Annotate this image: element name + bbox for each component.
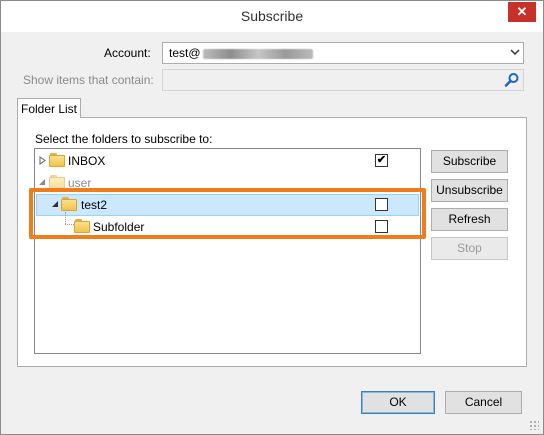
chevron-down-icon [507, 48, 523, 58]
redacted-text [202, 48, 313, 59]
folder-icon [49, 153, 65, 167]
subscribe-checkbox[interactable] [375, 198, 388, 211]
subscribe-button[interactable]: Subscribe [431, 150, 508, 173]
folder-icon [49, 175, 65, 189]
tree-item-user[interactable]: user [36, 172, 419, 194]
instruction-text: Select the folders to subscribe to: [35, 132, 213, 146]
tree-item-inbox[interactable]: INBOX ✔ [36, 150, 419, 172]
tree-item-label: user [68, 176, 92, 190]
collapse-arrow-icon[interactable] [38, 178, 47, 187]
account-label: Account: [104, 46, 151, 60]
resize-grip-icon[interactable] [529, 420, 539, 430]
tree-item-label: test2 [81, 198, 108, 212]
search-input[interactable] [162, 69, 524, 91]
expand-arrow-icon[interactable] [39, 156, 48, 165]
subscribe-checkbox[interactable]: ✔ [375, 154, 388, 167]
window-title: Subscribe [240, 8, 304, 24]
search-icon[interactable] [504, 72, 520, 88]
account-dropdown[interactable]: test@ [162, 42, 524, 64]
unsubscribe-button[interactable]: Unsubscribe [431, 179, 508, 202]
close-icon: ✕ [516, 4, 528, 19]
folder-tree[interactable]: INBOX ✔ user test2 Subfolder [34, 148, 421, 354]
close-button[interactable]: ✕ [508, 2, 536, 22]
cancel-button[interactable]: Cancel [445, 391, 522, 414]
refresh-button[interactable]: Refresh [431, 208, 508, 231]
folder-icon [74, 219, 90, 233]
stop-button[interactable]: Stop [431, 237, 508, 260]
tab-folder-list[interactable]: Folder List [17, 98, 81, 118]
title-bar: Subscribe ✕ [1, 1, 543, 32]
account-value: test@ [169, 46, 201, 60]
subscribe-dialog: Subscribe ✕ Account: test@ Show items th… [0, 0, 544, 435]
tree-connector [65, 224, 74, 225]
subscribe-checkbox[interactable] [375, 220, 388, 233]
ok-button[interactable]: OK [361, 391, 435, 414]
tree-item-test2[interactable]: test2 [36, 194, 419, 216]
tree-item-label: INBOX [68, 154, 106, 168]
tree-item-subfolder[interactable]: Subfolder [36, 212, 419, 238]
folder-icon [61, 197, 77, 211]
collapse-arrow-icon[interactable] [51, 200, 60, 209]
search-label: Show items that contain: [23, 73, 154, 87]
check-mark: ✔ [376, 154, 387, 166]
tree-connector [65, 212, 66, 224]
tree-item-label: Subfolder [93, 220, 145, 234]
